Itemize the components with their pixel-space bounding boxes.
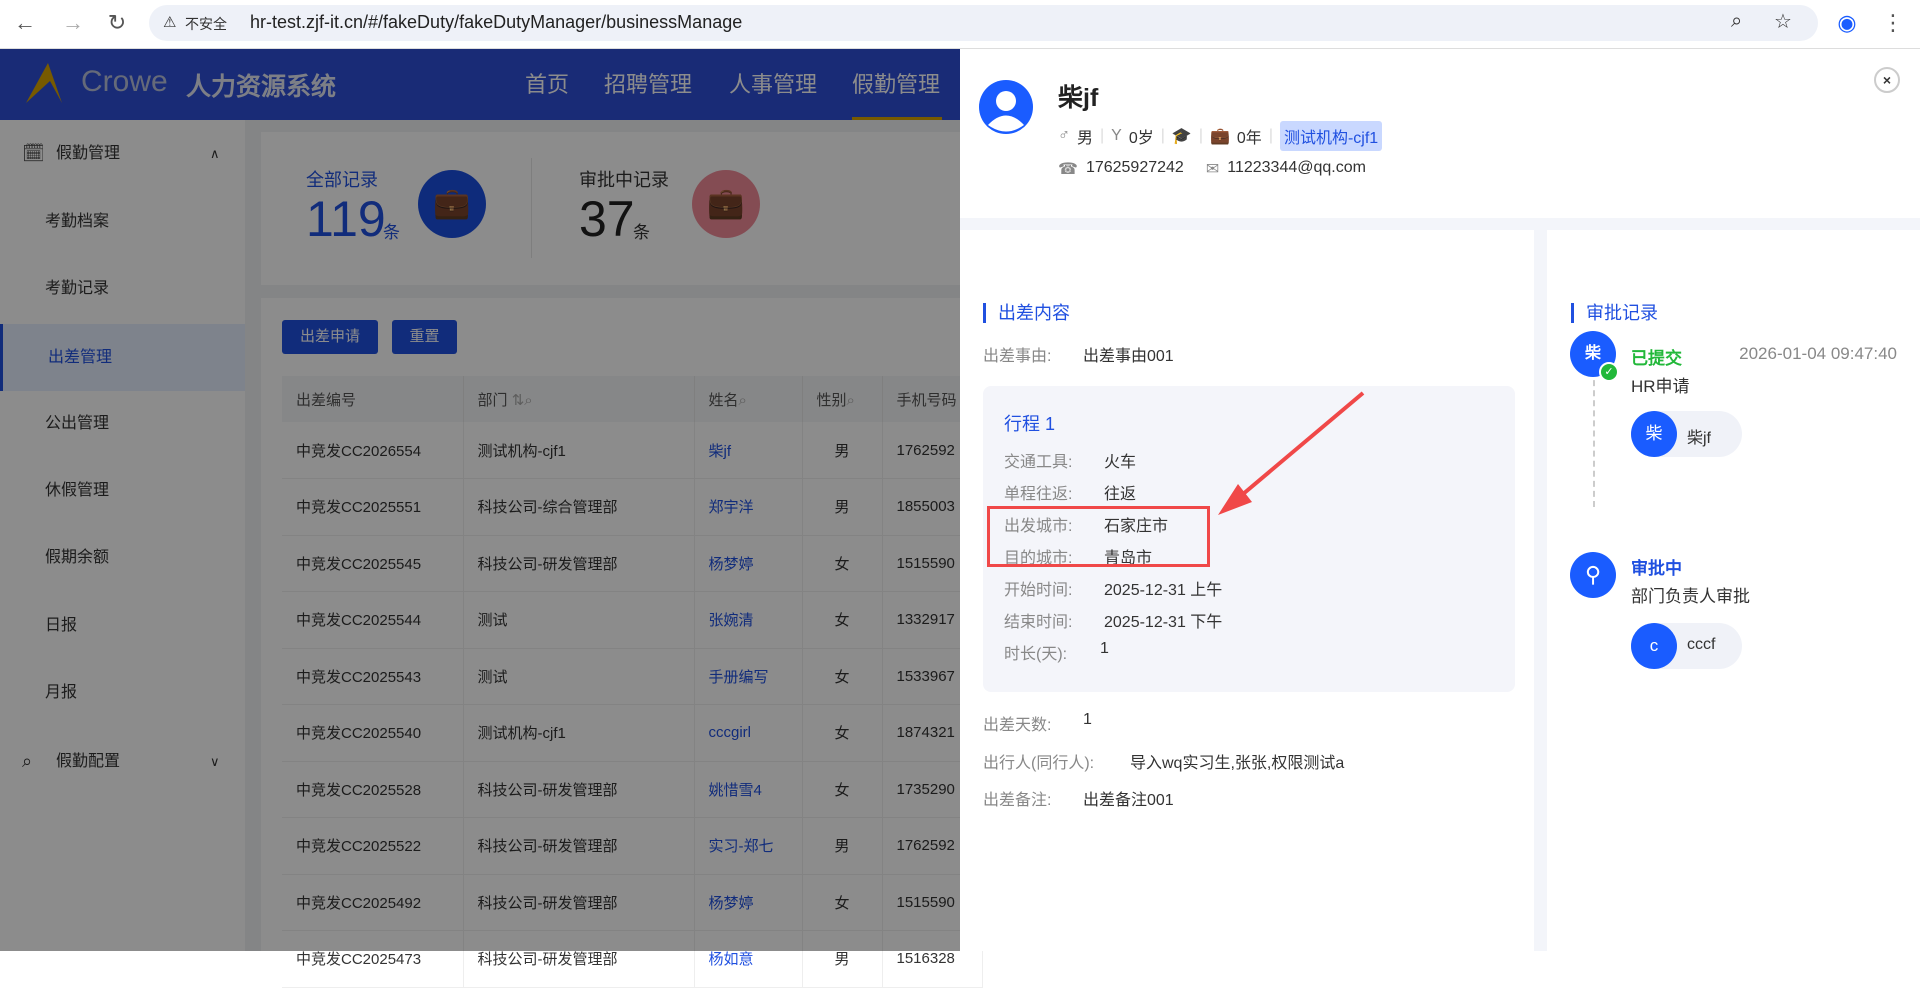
trip-title: 行程 1 <box>1004 414 1056 434</box>
companions-value: 导入wq实习生,张张,权限测试a <box>1130 755 1345 772</box>
step-status: 已提交 <box>1631 349 1682 368</box>
approver-chip: c cccf <box>1631 623 1742 669</box>
remark-label: 出差备注: <box>983 792 1052 809</box>
trip-field-label: 交通工具: <box>1004 454 1073 471</box>
insecure-label[interactable]: 不安全 <box>185 14 227 34</box>
menu-icon[interactable]: ⋮ <box>1878 8 1908 38</box>
trip-field-label: 单程往返: <box>1004 486 1073 503</box>
check-icon: ✓ <box>1599 362 1619 382</box>
close-button[interactable]: × <box>1874 67 1900 93</box>
bookmark-star-icon[interactable]: ☆ <box>1774 9 1792 34</box>
graduation-cap-icon: 🎓 <box>1171 128 1192 145</box>
browser-toolbar: ← → ↻ ⚠ 不安全 hr-test.zjf-it.cn/#/fakeDuty… <box>0 0 1920 49</box>
reason-value: 出差事由001 <box>1083 348 1174 365</box>
male-icon: ♂ <box>1058 127 1070 144</box>
back-icon[interactable]: ← <box>10 8 40 38</box>
address-bar[interactable]: ⚠ 不安全 hr-test.zjf-it.cn/#/fakeDuty/fakeD… <box>149 5 1818 41</box>
annotation-arrow-icon <box>1218 391 1365 515</box>
email: 11223344@qq.com <box>1227 159 1366 176</box>
section-title: 出差内容 <box>983 303 1070 323</box>
age: 0岁 <box>1128 130 1154 147</box>
profile-meta: ♂ 男 | Y 0岁 | 🎓 | 💼 0年 | 测试机构-cjf1 <box>1058 121 1383 151</box>
trip-field-label: 开始时间: <box>1004 582 1073 599</box>
remark-value: 出差备注001 <box>1083 792 1174 809</box>
approver-name: 柴jf <box>1687 430 1712 447</box>
step-desc: HR申请 <box>1631 377 1690 396</box>
approver-name: cccf <box>1687 636 1716 653</box>
approver-avatar: 柴 <box>1631 411 1677 457</box>
url-text[interactable]: hr-test.zjf-it.cn/#/fakeDuty/fakeDutyMan… <box>250 12 742 33</box>
gender: 男 <box>1077 130 1094 147</box>
section-title: 审批记录 <box>1571 303 1658 323</box>
step-time: 2026-01-04 09:47:40 <box>1739 344 1897 363</box>
profile-header: 柴jf ♂ 男 | Y 0岁 | 🎓 | 💼 0年 | 测试机构-cjf1 ☎ 17625927… <box>960 49 1920 218</box>
days-label: 出差天数: <box>983 717 1052 734</box>
approver-chip: 柴柴jf <box>1631 411 1742 457</box>
sprout-icon: Y <box>1111 127 1122 144</box>
phone: 17625927242 <box>1085 159 1184 176</box>
employee-name: 柴jf <box>1058 84 1099 112</box>
days-value: 1 <box>1083 711 1092 728</box>
trip-field-value: 火车 <box>1104 454 1137 471</box>
forward-icon[interactable]: → <box>58 8 88 38</box>
work-years: 0年 <box>1236 130 1262 147</box>
trip-field-value: 往返 <box>1104 486 1137 503</box>
trip-field-value: 2025-12-31 下午 <box>1104 614 1223 631</box>
org-tag: 测试机构-cjf1 <box>1279 121 1383 151</box>
timeline-line <box>1593 360 1595 507</box>
detail-drawer: 柴jf ♂ 男 | Y 0岁 | 🎓 | 💼 0年 | 测试机构-cjf1 ☎ 17625927… <box>960 49 1920 951</box>
contact-row: ☎ 17625927242 ✉ 11223344@qq.com <box>1058 159 1366 179</box>
highlight-box <box>987 506 1210 567</box>
trip-field-label: 时长(天): <box>1004 646 1068 663</box>
approval-card: 审批记录 柴 ✓ 已提交 2026-01-04 09:47:40 HR申请 柴柴… <box>1547 230 1920 951</box>
trip-content-card: 出差内容 出差事由: 出差事由001 行程 1 交通工具: 火车 单程往返: 往返 出发… <box>960 230 1534 951</box>
profile-icon[interactable]: ◉ <box>1832 8 1862 38</box>
stamp-icon: ⚲ <box>1570 552 1616 598</box>
warning-icon[interactable]: ⚠ <box>163 13 176 31</box>
step-desc: 部门负责人审批 <box>1631 587 1750 606</box>
trip-field-value: 2025-12-31 上午 <box>1104 582 1223 599</box>
briefcase-icon: 💼 <box>1209 128 1230 145</box>
reason-label: 出差事由: <box>983 348 1052 365</box>
companions-label: 出行人(同行人): <box>983 755 1095 772</box>
user-avatar-icon <box>979 80 1033 134</box>
trip-field-value: 1 <box>1100 640 1109 657</box>
phone-icon: ☎ <box>1058 161 1078 178</box>
email-icon: ✉ <box>1205 161 1220 178</box>
zoom-icon[interactable]: ⌕ <box>1731 10 1742 33</box>
reload-icon[interactable]: ↻ <box>102 8 132 38</box>
modal-mask[interactable] <box>0 49 960 951</box>
approver-avatar: c <box>1631 623 1677 669</box>
step-status: 审批中 <box>1631 559 1682 578</box>
trip-field-label: 结束时间: <box>1004 614 1073 631</box>
